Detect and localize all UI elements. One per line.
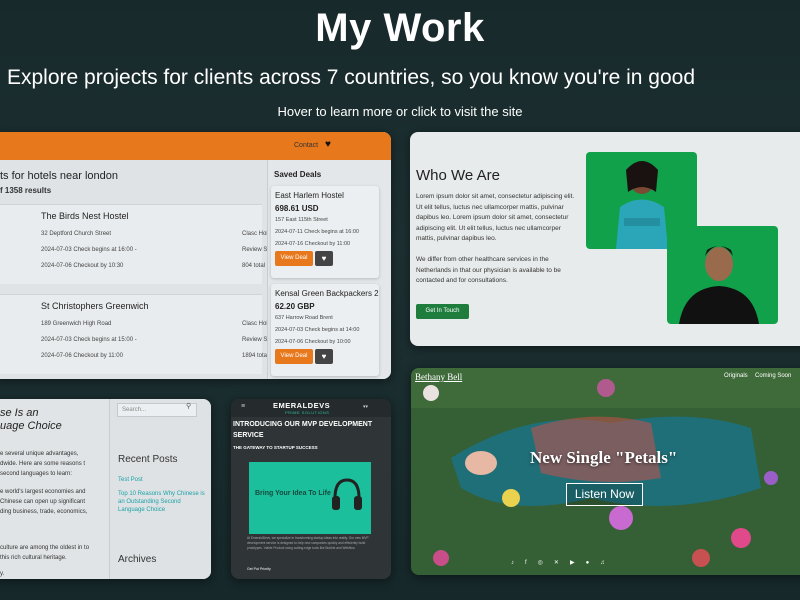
contact-link[interactable]: Contact (294, 142, 318, 149)
artist-brand[interactable]: Bethany Bell (415, 372, 462, 382)
facebook-icon[interactable]: f (525, 560, 538, 566)
emerald-logo: EMERALDEVS (273, 401, 331, 410)
emerald-cta-button[interactable]: Get Put Priority (247, 567, 271, 571)
project-card-music[interactable]: Bethany Bell Originals Coming Soon New S… (411, 368, 800, 575)
hotel-address: 32 Deptford Church Street (41, 231, 112, 237)
search-input[interactable]: Search... (117, 403, 197, 417)
youtube-icon[interactable]: ▶ (570, 560, 586, 566)
hotel-checkin: 2024-07-03 Check begins at 15:00 - (41, 337, 137, 343)
get-in-touch-button[interactable]: Get In Touch (416, 304, 469, 319)
emerald-heading: INTRODUCING OUR MVP DEVELOPMENT SERVICE (233, 421, 373, 439)
music-icon[interactable]: ♫ (600, 560, 616, 566)
deal-checkout: 2024-07-16 Checkout by 11:00 (275, 241, 351, 247)
search-icon[interactable]: ⚲ (186, 402, 191, 410)
deal-checkin: 2024-07-03 Check begins at 14:00 (275, 327, 360, 333)
heart-icon[interactable]: ♥ (315, 349, 333, 364)
hover-hint: Hover to learn more or click to visit th… (277, 104, 523, 119)
deal-checkout: 2024-07-06 Checkout by 10:00 (275, 339, 351, 345)
view-deal-button[interactable]: View Deal (275, 349, 313, 364)
project-card-emeralddevs[interactable]: ≡ EMERALDEVS PRIME SOLUTIONS ▾▾ INTRODUC… (231, 399, 391, 579)
hotel-address: 189 Greenwich High Road (41, 321, 112, 327)
deal-checkin: 2024-07-11 Check begins at 16:00 (275, 229, 359, 235)
page-title: My Work (315, 6, 485, 50)
deal-card: East Harlem Hostel 698.61 USD 157 East 1… (271, 186, 379, 278)
emerald-logo-sub: PRIME SOLUTIONS (285, 410, 330, 415)
hotel-total: 804 total (242, 263, 266, 269)
social-icons: ♪f◎✕▶●♫ (511, 559, 616, 566)
results-title: ts for hotels near london (0, 170, 119, 182)
nav-originals[interactable]: Originals (724, 373, 748, 379)
project-card-healthcare[interactable]: Who We Are Lorem ipsum dolor sit amet, c… (410, 132, 800, 346)
emerald-subheading: THE GATEWAY TO STARTUP SUCCESS (233, 445, 318, 450)
hotel-class: Clasc Hol (242, 321, 268, 327)
deal-name: East Harlem Hostel (275, 191, 344, 200)
blog-sidebar: Search... ⚲ Recent Posts Test Post Top 1… (109, 399, 211, 579)
heart-icon[interactable]: ♥ (315, 251, 333, 266)
hotel-total: 1894 tota (242, 353, 268, 359)
song-title: New Single "Petals" (530, 448, 678, 467)
hotel-review: Review S (242, 337, 268, 343)
results-count: f 1358 results (0, 186, 52, 195)
hotel-review: Review S (242, 247, 268, 253)
emerald-nav: ≡ EMERALDEVS PRIME SOLUTIONS ▾▾ (231, 399, 391, 417)
blog-paragraph: culture are among the oldest in to this … (0, 545, 90, 561)
blog-paragraph: y. (0, 571, 5, 577)
tiktok-icon[interactable]: ♪ (511, 560, 525, 566)
deal-name: Kensal Green Backpackers 2 (275, 289, 379, 298)
language-icon[interactable]: ▾▾ (363, 404, 368, 410)
doctor-photo-man (667, 226, 778, 324)
deal-address: 157 East 115th Street (275, 217, 328, 223)
blog-paragraph: e several unique advantages, dwide. Here… (0, 451, 86, 477)
hotel-row[interactable]: The Birds Nest Hostel 32 Deptford Church… (0, 204, 268, 284)
instagram-icon[interactable]: ◎ (538, 560, 554, 566)
listen-now-button[interactable]: Listen Now (566, 483, 643, 506)
hotel-checkout: 2024-07-06 Checkout by 10:30 (41, 263, 124, 269)
blog-title-line: uage Choice (0, 420, 62, 432)
emerald-paragraph: At EmeraldDevs, we specialize in transfo… (247, 536, 369, 550)
recent-post-link[interactable]: Top 10 Reasons Why Chinese is an Outstan… (118, 490, 208, 514)
recent-post-link[interactable]: Test Post (118, 476, 208, 484)
blog-paragraph: e world's largest economies and Chinese … (0, 489, 88, 515)
hotel-name: The Birds Nest Hostel (41, 211, 129, 221)
project-card-hotels[interactable]: Contact ♥ ts for hotels near london f 13… (0, 132, 391, 379)
hotel-row[interactable]: St Christophers Greenwich 189 Greenwich … (0, 294, 268, 374)
hotel-checkout: 2024-07-06 Checkout by 11:00 (41, 353, 123, 359)
about-paragraph-2: We differ from other healthcare services… (416, 256, 561, 284)
about-heading: Who We Are (416, 167, 500, 184)
hotel-name: St Christophers Greenwich (41, 301, 149, 311)
deal-address: 637 Harrow Road Brent (275, 315, 333, 321)
twitter-icon[interactable]: ✕ (554, 560, 570, 566)
recent-posts-heading: Recent Posts (118, 454, 178, 465)
emerald-hero: Bring Your Idea To Life (249, 462, 371, 534)
hero-text: Bring Your Idea To Life (255, 490, 331, 497)
project-card-blog[interactable]: se Is an uage Choice e several unique ad… (0, 399, 211, 579)
artist-photo (411, 368, 800, 575)
deal-card: Kensal Green Backpackers 2 62.20 GBP 637… (271, 284, 379, 376)
headphones-icon (332, 478, 362, 510)
blog-title: se Is an uage Choice (0, 407, 62, 433)
saved-deals-panel: Saved Deals East Harlem Hostel 698.61 US… (267, 160, 391, 379)
hotel-class: Clasc Hol (242, 231, 268, 237)
spotify-icon[interactable]: ● (586, 560, 601, 566)
heart-icon[interactable]: ♥ (325, 139, 331, 150)
saved-deals-title: Saved Deals (274, 170, 322, 179)
view-deal-button[interactable]: View Deal (275, 251, 313, 266)
blog-title-line: se Is an (0, 407, 39, 419)
page-subtitle: Explore projects for clients across 7 co… (7, 66, 696, 89)
deal-price: 62.20 GBP (275, 302, 315, 311)
hotel-checkin: 2024-07-03 Check begins at 16:00 - (41, 247, 137, 253)
menu-icon[interactable]: ≡ (241, 403, 245, 410)
archives-heading: Archives (118, 554, 157, 565)
nav-coming-soon[interactable]: Coming Soon (755, 373, 791, 379)
hotel-topbar: Contact ♥ (0, 132, 391, 160)
about-paragraph: Lorem ipsum dolor sit amet, consectetur … (416, 193, 575, 242)
deal-price: 698.61 USD (275, 204, 319, 213)
